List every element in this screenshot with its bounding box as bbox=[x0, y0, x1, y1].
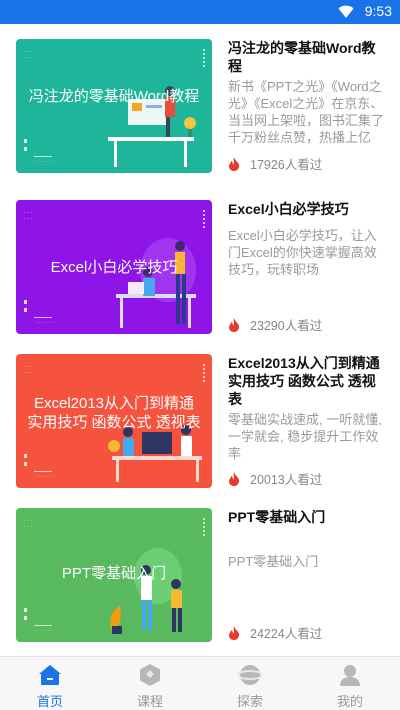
course-description: Excel小白必学技巧，让入门Excel的你快速掌握高效技巧，玩转职场 bbox=[228, 228, 377, 277]
explore-icon bbox=[238, 665, 262, 685]
tab-label: 探索 bbox=[236, 694, 263, 709]
thumbnail-title: Excel2013从入门到精通 实用技巧 函数公式 透视表 bbox=[27, 395, 201, 431]
thumbnail-decoration bbox=[203, 210, 206, 228]
thumbnail-decoration: · · · · · · bbox=[24, 364, 32, 376]
tab-explore[interactable]: 探索 bbox=[200, 657, 300, 710]
course-thumbnail[interactable]: · · · · · · Excel2013从入门到精通 实用技巧 函数公式 透视表… bbox=[16, 354, 212, 488]
thumbnail-decoration: · · · · · · bbox=[24, 518, 32, 530]
bottom-tab-bar: 首页 课程 探索 我的 bbox=[0, 656, 400, 710]
tab-profile[interactable]: 我的 bbox=[300, 657, 400, 710]
course-description: 新书《PPT之光》《Word之光》《Excel之光》在京东、当当网上架啦，图书汇… bbox=[228, 79, 385, 145]
status-bar: 9:53 bbox=[0, 0, 400, 24]
course-card[interactable]: · · · · · · Excel2013从入门到精通 实用技巧 函数公式 透视表… bbox=[16, 354, 384, 488]
thumbnail-decoration: · · · · · · bbox=[36, 320, 54, 326]
thumbnail-decoration: · · · · · · bbox=[24, 49, 32, 61]
thumbnail-title: PPT零基础入门 bbox=[61, 565, 167, 582]
thumbnail-decoration: · · · · · · bbox=[36, 159, 54, 165]
thumbnail-decoration: · · · · · · bbox=[36, 474, 54, 480]
tab-label: 我的 bbox=[336, 694, 363, 709]
course-card[interactable]: · · · · · · 冯注龙的零基础Word教程 · · · · · · 冯注… bbox=[16, 39, 384, 173]
thumbnail-decoration bbox=[203, 518, 206, 536]
tab-label: 首页 bbox=[36, 694, 63, 709]
course-thumbnail[interactable]: · · · · · · PPT零基础入门 · · · · · · bbox=[16, 508, 212, 642]
course-info[interactable]: Excel2013从入门到精通 实用技巧 函数公式 透视表 零基础实战速成, 一… bbox=[228, 354, 384, 488]
course-title[interactable]: PPT零基础入门 bbox=[228, 508, 384, 526]
course-illustration bbox=[116, 238, 196, 328]
tab-label: 课程 bbox=[136, 694, 163, 709]
thumbnail-decoration bbox=[24, 139, 27, 151]
course-list[interactable]: · · · · · · 冯注龙的零基础Word教程 · · · · · · 冯注… bbox=[0, 24, 400, 656]
view-count: 17926人看过 bbox=[228, 157, 322, 173]
flame-icon bbox=[229, 626, 240, 640]
view-count-text: 23290人看过 bbox=[250, 319, 323, 333]
thumbnail-decoration bbox=[34, 471, 52, 472]
course-description: PPT零基础入门 bbox=[228, 554, 319, 569]
thumbnail-decoration bbox=[34, 317, 52, 318]
thumbnail-decoration bbox=[34, 625, 52, 626]
thumbnail-title: 冯注龙的零基础Word教程 bbox=[28, 88, 200, 105]
flame-icon bbox=[229, 472, 240, 486]
course-thumbnail[interactable]: · · · · · · Excel小白必学技巧 · · · · · · bbox=[16, 200, 212, 334]
thumbnail-title: Excel小白必学技巧 bbox=[50, 259, 178, 276]
view-count-text: 17926人看过 bbox=[250, 158, 323, 172]
view-count-text: 24224人看过 bbox=[250, 627, 323, 641]
course-info[interactable]: 冯注龙的零基础Word教程 新书《PPT之光》《Word之光》《Excel之光》… bbox=[228, 39, 384, 173]
flame-icon bbox=[229, 318, 240, 332]
thumbnail-decoration: · · · · · · bbox=[24, 210, 32, 222]
course-info[interactable]: PPT零基础入门 PPT零基础入门 24224人看过 bbox=[228, 508, 384, 642]
course-illustration bbox=[108, 86, 196, 167]
wifi-icon bbox=[338, 5, 354, 18]
course-card[interactable]: · · · · · · Excel小白必学技巧 · · · · · · Exce… bbox=[16, 200, 384, 334]
flame-icon bbox=[229, 157, 240, 171]
course-thumbnail[interactable]: · · · · · · 冯注龙的零基础Word教程 · · · · · · bbox=[16, 39, 212, 173]
thumbnail-decoration bbox=[203, 364, 206, 382]
thumbnail-decoration bbox=[24, 454, 27, 466]
thumbnail-decoration bbox=[24, 608, 27, 620]
course-title[interactable]: Excel2013从入门到精通 实用技巧 函数公式 透视表 bbox=[228, 354, 384, 408]
course-card[interactable]: · · · · · · PPT零基础入门 · · · · · · PPT零基础入… bbox=[16, 508, 384, 642]
thumbnail-decoration bbox=[203, 49, 206, 67]
profile-icon bbox=[340, 665, 360, 686]
course-title[interactable]: 冯注龙的零基础Word教程 bbox=[228, 39, 384, 75]
view-count: 24224人看过 bbox=[228, 626, 322, 642]
status-time: 9:53 bbox=[364, 3, 392, 19]
view-count-text: 20013人看过 bbox=[250, 473, 323, 487]
course-description: 零基础实战速成, 一听就懂, 一学就会, 稳步提升工作效率 bbox=[228, 412, 382, 461]
course-title[interactable]: Excel小白必学技巧 bbox=[228, 200, 384, 218]
thumbnail-decoration bbox=[24, 300, 27, 312]
thumbnail-decoration: · · · · · · bbox=[36, 628, 54, 634]
view-count: 23290人看过 bbox=[228, 318, 322, 334]
tab-home[interactable]: 首页 bbox=[0, 657, 100, 710]
course-illustration bbox=[110, 548, 182, 634]
thumbnail-decoration bbox=[34, 156, 52, 157]
view-count: 20013人看过 bbox=[228, 472, 322, 488]
home-icon bbox=[39, 665, 61, 685]
course-info[interactable]: Excel小白必学技巧 Excel小白必学技巧，让入门Excel的你快速掌握高效… bbox=[228, 200, 384, 334]
tab-course[interactable]: 课程 bbox=[100, 657, 200, 710]
course-icon bbox=[140, 664, 160, 686]
